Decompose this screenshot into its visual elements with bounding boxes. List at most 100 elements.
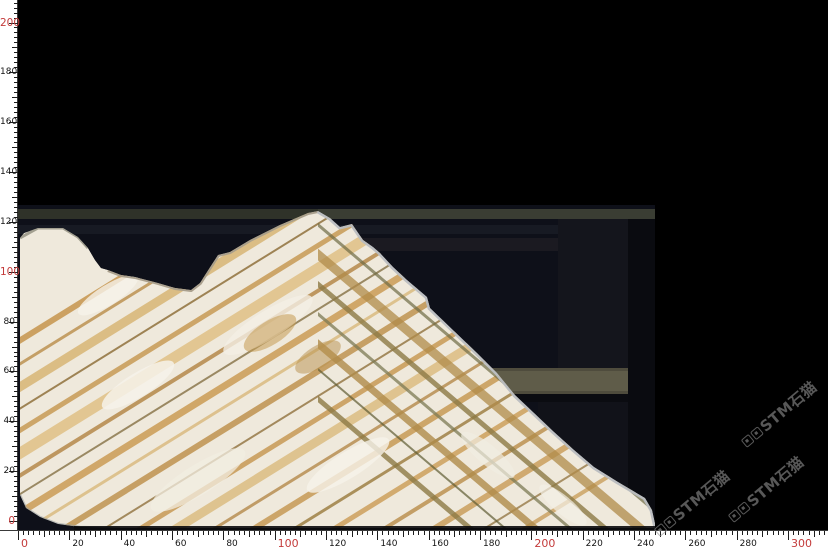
ruler-tick [783,531,784,535]
ruler-tick [110,531,111,535]
ruler-tick [14,132,18,133]
ruler-tick [511,531,512,535]
ruler-tick [14,227,18,228]
ruler-tick [12,496,18,497]
ruler-tick [824,531,825,535]
ruler-tick [33,531,34,535]
ruler-tick [14,42,18,43]
ruler-label: 20 [72,539,83,549]
ruler-label: 200 [534,538,555,549]
ruler-tick [208,531,209,535]
ruler-tick [80,531,81,535]
ruler-tick [331,531,332,535]
ruler-tick [424,531,425,535]
ruler-tick [14,142,18,143]
ruler-tick [14,401,18,402]
ruler-tick [778,531,779,535]
ruler-tick [157,531,158,535]
ruler-tick [64,531,65,535]
ruler-tick [44,531,45,537]
ruler-tick [28,531,29,535]
ruler-tick [14,327,18,328]
ruler-tick [690,531,691,535]
ruler-tick [90,531,91,535]
ruler-tick [742,531,743,535]
ruler-tick [398,531,399,535]
ruler-tick [105,531,106,535]
ruler-tick [12,97,18,98]
ruler-tick [552,531,553,535]
ruler-tick [23,531,24,535]
ruler-tick [798,531,799,535]
ruler-tick [213,531,214,535]
ruler-tick [388,531,389,535]
ruler-tick [14,406,18,407]
ruler-tick [814,531,815,537]
slab-photo-canvas[interactable] [18,205,655,530]
ruler-tick [747,531,748,535]
ruler-tick [14,441,18,442]
ruler-tick [14,337,18,338]
ruler-tick [680,531,681,535]
ruler-tick [14,312,18,313]
ruler-tick [14,112,18,113]
ruler-tick [819,531,820,535]
background-band [628,219,655,530]
ruler-tick [495,531,496,535]
ruler-tick [14,307,18,308]
ruler-tick [480,531,481,540]
ruler-tick [382,531,383,535]
ruler-tick [675,531,676,535]
ruler-tick [501,531,502,535]
ruler-tick [14,436,18,437]
ruler-tick [465,531,466,535]
ruler-tick [347,531,348,535]
ruler-tick [12,446,18,447]
ruler-tick [14,431,18,432]
ruler-label: 120 [0,217,15,227]
ruler-tick [12,247,18,248]
ruler-tick [572,531,573,535]
ruler-tick [151,531,152,535]
ruler-tick [557,531,558,537]
ruler-tick [14,237,18,238]
ruler-tick [14,87,18,88]
ruler-tick [357,531,358,535]
ruler-tick [593,531,594,535]
ruler-tick [14,511,18,512]
ruler-tick [177,531,178,535]
ruler-label: 20 [0,466,15,476]
ruler-label: 180 [483,539,500,549]
ruler-tick [608,531,609,537]
ruler-label: 280 [740,539,757,549]
ruler-tick [706,531,707,535]
ruler-tick [434,531,435,535]
ruler-tick [14,8,18,9]
ruler-tick [14,137,18,138]
ruler-tick [14,187,18,188]
ruler-tick [14,102,18,103]
ruler-tick [12,197,18,198]
ruler-tick [716,531,717,535]
ruler-tick [316,531,317,535]
stm-stonecat-watermark: STM石猫 [724,451,808,527]
ruler-tick [767,531,768,535]
ruler-tick [413,531,414,535]
ruler-tick [85,531,86,535]
ruler-tick [793,531,794,535]
ruler-tick [14,287,18,288]
ruler-tick [14,177,18,178]
ruler-tick [14,107,18,108]
ruler-tick [280,531,281,535]
ruler-tick [249,531,250,537]
ruler-tick [336,531,337,535]
watermark-text: STM石猫 [755,376,821,436]
ruler-tick [14,13,18,14]
ruler-tick [14,481,18,482]
ruler-tick [12,297,18,298]
ruler-tick [14,461,18,462]
ruler-label: 140 [380,539,397,549]
ruler-tick [121,531,122,540]
ruler-tick [136,531,137,535]
ruler-tick [14,232,18,233]
